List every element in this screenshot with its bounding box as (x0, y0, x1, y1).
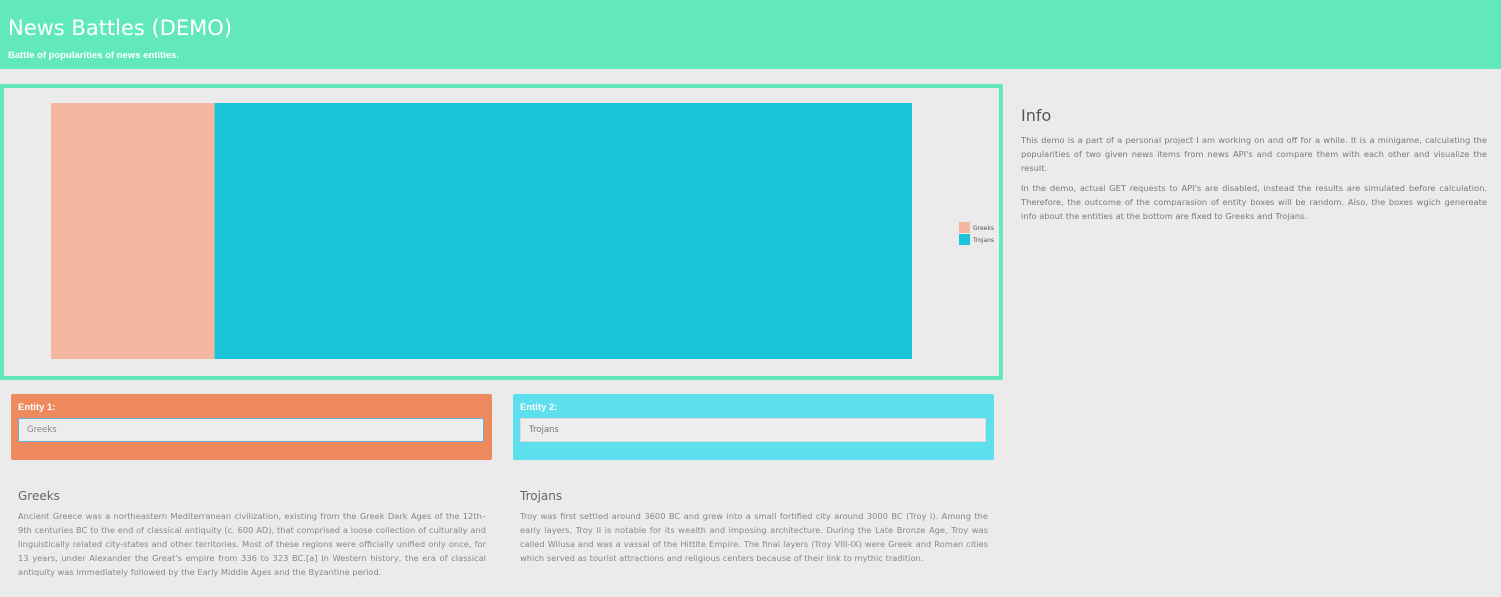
entity-2-label: Entity 2: (520, 402, 558, 413)
entity-2-input[interactable] (520, 418, 986, 442)
trojans-text: Troy was first settled around 3600 BC an… (520, 511, 988, 563)
info-title: Info (1021, 106, 1052, 125)
legend-swatch-greeks (959, 222, 970, 233)
battle-chart: Greeks Trojans (51, 103, 994, 359)
info-paragraph-2: In the demo, actual GET requests to API'… (1021, 183, 1487, 221)
greeks-title: Greeks (18, 489, 60, 503)
legend-swatch-trojans (959, 234, 970, 245)
page-title: News Battles (DEMO) (8, 16, 233, 40)
legend-label-trojans: Trojans (972, 237, 994, 244)
bar-greeks (51, 103, 215, 359)
greeks-description: Greeks Ancient Greece was a northeastern… (18, 489, 486, 579)
page-subtitle: Battle of popularities of news entities. (8, 50, 180, 61)
entity-1-label: Entity 1: (18, 402, 56, 413)
info-panel: Info This demo is a part of a personal p… (1021, 106, 1487, 229)
info-paragraph-1: This demo is a part of a personal projec… (1021, 135, 1487, 173)
greeks-text: Ancient Greece was a northeastern Medite… (18, 511, 486, 577)
legend-label-greeks: Greeks (973, 225, 994, 232)
entity-2-box: Entity 2: (513, 394, 994, 460)
trojans-title: Trojans (520, 489, 563, 503)
header: News Battles (DEMO) Battle of populariti… (0, 0, 1501, 69)
bar-trojans (214, 103, 913, 359)
entity-1-input[interactable] (18, 418, 484, 442)
trojans-description: Trojans Troy was first settled around 36… (520, 489, 988, 565)
entity-1-box: Entity 1: (11, 394, 492, 460)
battle-chart-container: Greeks Trojans (0, 84, 1003, 380)
